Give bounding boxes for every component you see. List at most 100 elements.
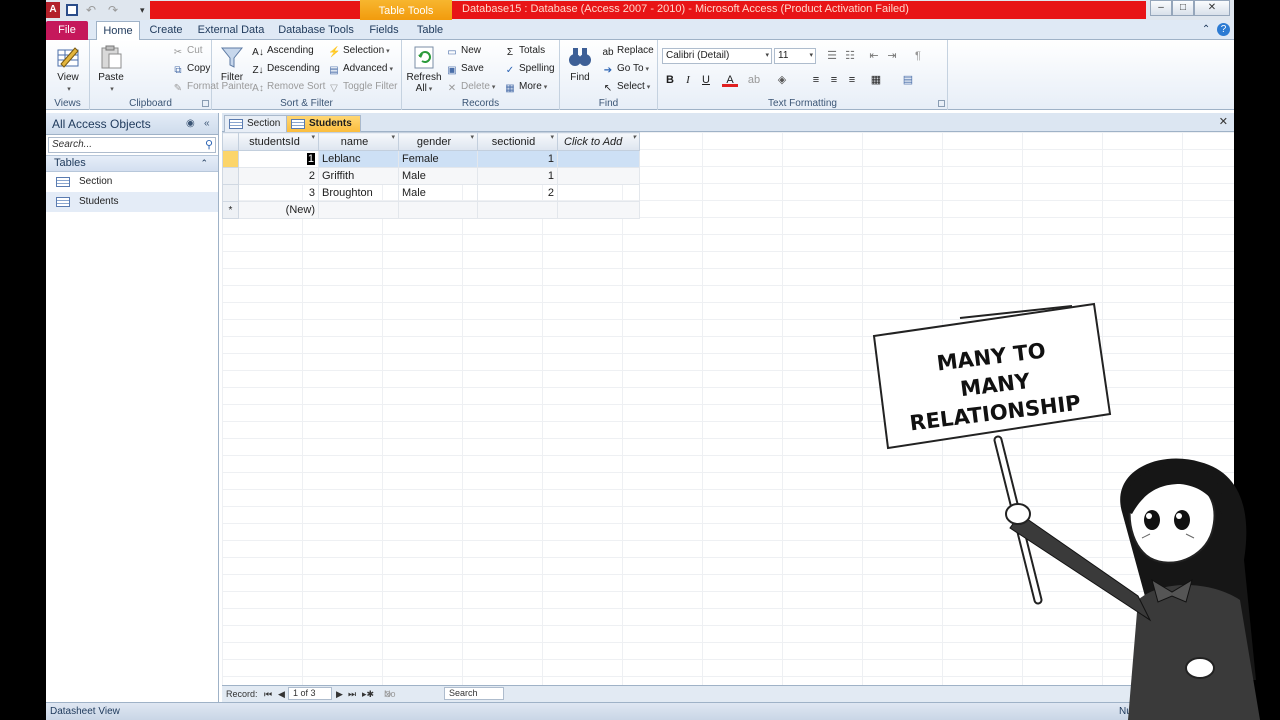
- filter-button[interactable]: Filter: [216, 44, 248, 83]
- column-header-name[interactable]: name ▾: [318, 132, 399, 151]
- cell-studentsid[interactable]: 3: [238, 184, 319, 202]
- clipboard-launcher-icon[interactable]: [202, 100, 209, 107]
- close-document-icon[interactable]: ✕: [1219, 115, 1228, 128]
- last-record-icon[interactable]: ⏭: [348, 686, 356, 702]
- text-direction-icon[interactable]: ¶: [910, 48, 926, 64]
- column-dropdown-icon[interactable]: ▾: [311, 133, 315, 141]
- numbered-list-icon[interactable]: ☷: [842, 48, 858, 64]
- align-right-icon[interactable]: ≡: [844, 72, 860, 88]
- cell-gender[interactable]: Male: [398, 184, 478, 202]
- italic-button[interactable]: I: [680, 72, 696, 88]
- record-selector[interactable]: [222, 184, 239, 202]
- record-selector[interactable]: [222, 150, 239, 168]
- sort-descending-button[interactable]: Z↓ Descending: [252, 61, 319, 77]
- font-color-icon[interactable]: A: [722, 72, 738, 87]
- shutter-bar-icon[interactable]: «: [204, 113, 210, 135]
- cell-name[interactable]: Broughton: [318, 184, 399, 202]
- collapse-icon[interactable]: ⌃: [200, 156, 208, 171]
- column-header-studentsid[interactable]: studentsId ▾: [238, 132, 319, 151]
- cell-name[interactable]: Griffith: [318, 167, 399, 185]
- cut-button[interactable]: ✂ Cut: [172, 43, 203, 59]
- column-header-sectionid[interactable]: sectionid ▾: [477, 132, 558, 151]
- goto-button[interactable]: ➔ Go To ▾: [602, 61, 649, 77]
- minimize-button[interactable]: –: [1150, 0, 1172, 16]
- selection-button[interactable]: ⚡ Selection ▾: [328, 43, 390, 59]
- first-record-icon[interactable]: ⏮: [264, 686, 272, 702]
- replace-button[interactable]: ab Replace: [602, 43, 653, 59]
- table-row[interactable]: 2 Griffith Male 1: [222, 167, 640, 185]
- column-header-gender[interactable]: gender ▾: [398, 132, 478, 151]
- tab-home[interactable]: Home: [96, 21, 140, 41]
- toggle-filter-button[interactable]: ▽ Toggle Filter: [328, 79, 397, 95]
- alternate-row-color-icon[interactable]: ▤: [900, 72, 916, 88]
- text-formatting-launcher-icon[interactable]: [938, 100, 945, 107]
- cell-gender[interactable]: Female: [398, 150, 478, 168]
- nav-menu-icon[interactable]: ◉: [186, 113, 195, 135]
- totals-button[interactable]: Σ Totals: [504, 43, 545, 59]
- column-dropdown-icon[interactable]: ▾: [470, 133, 474, 141]
- new-record-row[interactable]: * (New): [222, 201, 640, 219]
- cell-empty[interactable]: [557, 150, 640, 168]
- nav-search-input[interactable]: Search... ⚲: [48, 137, 216, 153]
- cell-name[interactable]: Leblanc: [318, 150, 399, 168]
- table-row[interactable]: 1 Leblanc Female 1: [222, 150, 640, 168]
- copy-button[interactable]: ⧉ Copy: [172, 61, 210, 77]
- cell-empty[interactable]: [318, 201, 399, 219]
- gridlines-icon[interactable]: ▦: [868, 72, 884, 88]
- save-record-button[interactable]: ▣ Save: [446, 61, 484, 77]
- help-icon[interactable]: ?: [1217, 23, 1230, 36]
- delete-record-button[interactable]: ✕ Delete ▾: [446, 79, 496, 95]
- doc-tab-students[interactable]: Students: [286, 115, 361, 132]
- column-dropdown-icon[interactable]: ▾: [632, 133, 636, 141]
- column-dropdown-icon[interactable]: ▾: [550, 133, 554, 141]
- advanced-filter-button[interactable]: ▤ Advanced ▾: [328, 61, 393, 77]
- sort-ascending-button[interactable]: A↓ Ascending: [252, 43, 314, 59]
- next-record-icon[interactable]: ▶: [336, 686, 343, 702]
- fill-color-icon[interactable]: ◈: [774, 72, 790, 88]
- cell-sectionid[interactable]: 1: [477, 150, 558, 168]
- bullet-list-icon[interactable]: ☰: [824, 48, 840, 64]
- maximize-button[interactable]: □: [1172, 0, 1194, 16]
- new-record-selector[interactable]: *: [222, 201, 239, 219]
- search-icon[interactable]: ⚲: [205, 138, 213, 152]
- record-selector[interactable]: [222, 167, 239, 185]
- align-center-icon[interactable]: ≡: [826, 72, 842, 88]
- cell-empty[interactable]: [557, 184, 640, 202]
- highlight-icon[interactable]: ab: [746, 72, 762, 88]
- cell-sectionid[interactable]: 1: [477, 167, 558, 185]
- spelling-button[interactable]: ✓ Spelling: [504, 61, 555, 77]
- cell-empty[interactable]: [557, 201, 640, 219]
- nav-item-section-table[interactable]: Section: [46, 172, 218, 192]
- tab-table[interactable]: Table: [412, 21, 448, 40]
- cell-sectionid[interactable]: 2: [477, 184, 558, 202]
- tab-file[interactable]: File: [46, 21, 88, 40]
- minimize-ribbon-icon[interactable]: ⌃: [1202, 24, 1210, 35]
- decrease-indent-icon[interactable]: ⇤: [866, 48, 882, 64]
- find-button[interactable]: Find: [564, 44, 596, 83]
- qat-customize-icon[interactable]: ▾: [140, 2, 150, 18]
- click-to-add-column[interactable]: Click to Add ▾: [557, 132, 640, 151]
- record-search-input[interactable]: Search: [444, 687, 504, 700]
- more-button[interactable]: ▦ More ▾: [504, 79, 547, 95]
- view-button[interactable]: View ▾: [50, 44, 86, 94]
- redo-icon[interactable]: ↷: [108, 2, 122, 18]
- refresh-all-button[interactable]: Refresh All ▾: [406, 44, 442, 94]
- new-record-label[interactable]: (New): [238, 201, 319, 219]
- save-icon[interactable]: [66, 4, 78, 16]
- doc-tab-section[interactable]: Section: [224, 115, 290, 132]
- underline-button[interactable]: U: [698, 72, 714, 88]
- align-left-icon[interactable]: ≡: [808, 72, 824, 88]
- tab-database-tools[interactable]: Database Tools: [276, 21, 356, 40]
- paste-button[interactable]: Paste ▾: [94, 44, 128, 94]
- access-app-icon[interactable]: A: [46, 2, 60, 18]
- increase-indent-icon[interactable]: ⇥: [884, 48, 900, 64]
- nav-item-students-table[interactable]: Students: [46, 192, 218, 212]
- new-blank-record-icon[interactable]: ▸✱: [362, 686, 374, 702]
- tab-create[interactable]: Create: [146, 21, 186, 40]
- table-row[interactable]: 3 Broughton Male 2: [222, 184, 640, 202]
- new-record-button[interactable]: ▭ New: [446, 43, 481, 59]
- close-button[interactable]: ✕: [1194, 0, 1230, 16]
- tab-external-data[interactable]: External Data: [196, 21, 266, 40]
- cell-studentsid[interactable]: 1: [238, 150, 319, 168]
- select-button[interactable]: ↖ Select ▾: [602, 79, 651, 95]
